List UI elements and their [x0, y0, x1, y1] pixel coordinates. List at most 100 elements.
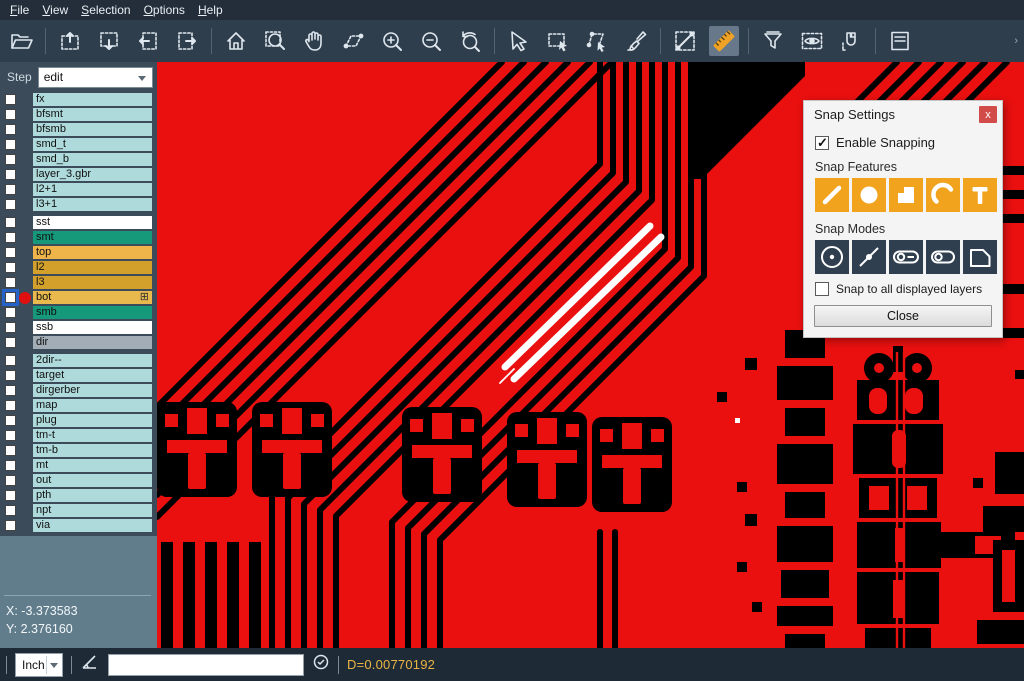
- layer-cell[interactable]: bfsmt: [33, 108, 152, 121]
- menu-item[interactable]: Selection: [79, 1, 141, 19]
- layer-visibility-checkbox[interactable]: [5, 322, 16, 333]
- filter-funnel-button[interactable]: [758, 26, 788, 56]
- ruler-button[interactable]: [709, 26, 739, 56]
- layer-cell[interactable]: l3: [33, 276, 152, 289]
- arc-icon[interactable]: [926, 178, 960, 212]
- menu-item[interactable]: View: [40, 1, 79, 19]
- command-input[interactable]: [108, 654, 304, 676]
- layer-visibility-checkbox[interactable]: [5, 184, 16, 195]
- layer-row[interactable]: l3: [0, 275, 157, 290]
- clear-brush-button[interactable]: [621, 26, 651, 56]
- layer-cell[interactable]: plug: [33, 414, 152, 427]
- open-file-button[interactable]: [6, 26, 36, 56]
- layer-cell[interactable]: dirgerber: [33, 384, 152, 397]
- scroll-down-button[interactable]: [94, 26, 124, 56]
- layer-row[interactable]: bot⊞: [0, 290, 157, 305]
- layer-visibility-checkbox[interactable]: [5, 232, 16, 243]
- layer-visibility-checkbox[interactable]: [5, 217, 16, 228]
- layer-visibility-checkbox[interactable]: [5, 94, 16, 105]
- home-view-button[interactable]: [221, 26, 251, 56]
- layer-visibility-checkbox[interactable]: [5, 430, 16, 441]
- layer-cell[interactable]: ssb: [33, 321, 152, 334]
- layer-cell[interactable]: smd_t: [33, 138, 152, 151]
- oblong-snap-icon[interactable]: [926, 240, 960, 274]
- layer-row[interactable]: pth: [0, 488, 157, 503]
- layer-visibility-checkbox[interactable]: [5, 139, 16, 150]
- layer-row[interactable]: top: [0, 245, 157, 260]
- contour-snap-icon[interactable]: [963, 240, 997, 274]
- menu-item[interactable]: File: [8, 1, 40, 19]
- select-polygon-button[interactable]: [582, 26, 612, 56]
- layer-visibility-checkbox[interactable]: [5, 520, 16, 531]
- layer-row[interactable]: out: [0, 473, 157, 488]
- layer-cell[interactable]: top: [33, 246, 152, 259]
- layer-visibility-checkbox[interactable]: [5, 154, 16, 165]
- layer-visibility-checkbox[interactable]: [5, 337, 16, 348]
- layer-row[interactable]: npt: [0, 503, 157, 518]
- toolbar-overflow-chevron[interactable]: ›: [1014, 35, 1018, 47]
- layer-row[interactable]: ssb: [0, 320, 157, 335]
- pad-circle-icon[interactable]: [852, 178, 886, 212]
- layer-row[interactable]: tm-b: [0, 443, 157, 458]
- layer-cell[interactable]: mt: [33, 459, 152, 472]
- layer-row[interactable]: bfsmt: [0, 107, 157, 122]
- layer-cell[interactable]: target: [33, 369, 152, 382]
- layer-row[interactable]: 2dir--: [0, 353, 157, 368]
- menu-item[interactable]: Help: [196, 1, 234, 19]
- layer-cell[interactable]: map: [33, 399, 152, 412]
- pan-hand-button[interactable]: [299, 26, 329, 56]
- sync-icon[interactable]: [312, 653, 330, 676]
- layer-cell[interactable]: bfsmb: [33, 123, 152, 136]
- dialog-close-action-button[interactable]: Close: [814, 305, 992, 327]
- layer-visibility-checkbox[interactable]: [5, 277, 16, 288]
- layer-visibility-checkbox[interactable]: [5, 370, 16, 381]
- layer-visibility-checkbox[interactable]: [5, 460, 16, 471]
- layer-visibility-checkbox[interactable]: [5, 415, 16, 426]
- measure-line-button[interactable]: [670, 26, 700, 56]
- layer-visibility-checkbox[interactable]: [5, 445, 16, 456]
- zoom-window-button[interactable]: [260, 26, 290, 56]
- layer-visibility-checkbox[interactable]: [5, 247, 16, 258]
- layer-row[interactable]: fx: [0, 92, 157, 107]
- layer-cell[interactable]: tm-b: [33, 444, 152, 457]
- layer-visibility-checkbox[interactable]: [5, 124, 16, 135]
- snap-all-layers-checkbox[interactable]: [815, 282, 829, 296]
- surface-icon[interactable]: [889, 178, 923, 212]
- menu-item[interactable]: Options: [142, 1, 196, 19]
- angle-mode-icon[interactable]: [80, 652, 100, 677]
- layer-row[interactable]: smd_t: [0, 137, 157, 152]
- layer-cell[interactable]: via: [33, 519, 152, 532]
- layer-cell[interactable]: l2+1: [33, 183, 152, 196]
- view-eye-button[interactable]: [797, 26, 827, 56]
- layer-cell[interactable]: layer_3.gbr: [33, 168, 152, 181]
- layer-visibility-checkbox[interactable]: [5, 490, 16, 501]
- select-arrow-button[interactable]: [504, 26, 534, 56]
- layers-form-button[interactable]: [885, 26, 915, 56]
- layer-cell[interactable]: l3+1: [33, 198, 152, 211]
- layer-cell[interactable]: pth: [33, 489, 152, 502]
- layer-row[interactable]: sst: [0, 215, 157, 230]
- step-select[interactable]: edit: [38, 67, 153, 88]
- zoom-out-button[interactable]: [416, 26, 446, 56]
- layer-cell[interactable]: smd_b: [33, 153, 152, 166]
- select-rectangle-button[interactable]: [543, 26, 573, 56]
- layer-visibility-checkbox[interactable]: [5, 262, 16, 273]
- layer-visibility-checkbox[interactable]: [5, 307, 16, 318]
- layer-row[interactable]: bfsmb: [0, 122, 157, 137]
- layer-cell[interactable]: sst: [33, 216, 152, 229]
- layer-visibility-checkbox[interactable]: [5, 199, 16, 210]
- layer-cell[interactable]: l2: [33, 261, 152, 274]
- layer-row[interactable]: smt: [0, 230, 157, 245]
- zoom-previous-button[interactable]: [455, 26, 485, 56]
- layer-visibility-checkbox[interactable]: [5, 292, 16, 303]
- layer-row[interactable]: layer_3.gbr: [0, 167, 157, 182]
- pcb-canvas[interactable]: Snap Settings x Enable Snapping Snap Fea…: [157, 62, 1024, 648]
- line-icon[interactable]: [815, 178, 849, 212]
- layer-visibility-checkbox[interactable]: [5, 355, 16, 366]
- layer-visibility-checkbox[interactable]: [5, 169, 16, 180]
- enable-snapping-checkbox[interactable]: [815, 136, 829, 150]
- scroll-left-button[interactable]: [133, 26, 163, 56]
- layer-cell[interactable]: smb: [33, 306, 152, 319]
- unit-select[interactable]: Inch: [15, 653, 63, 677]
- dialog-close-button[interactable]: x: [979, 106, 997, 123]
